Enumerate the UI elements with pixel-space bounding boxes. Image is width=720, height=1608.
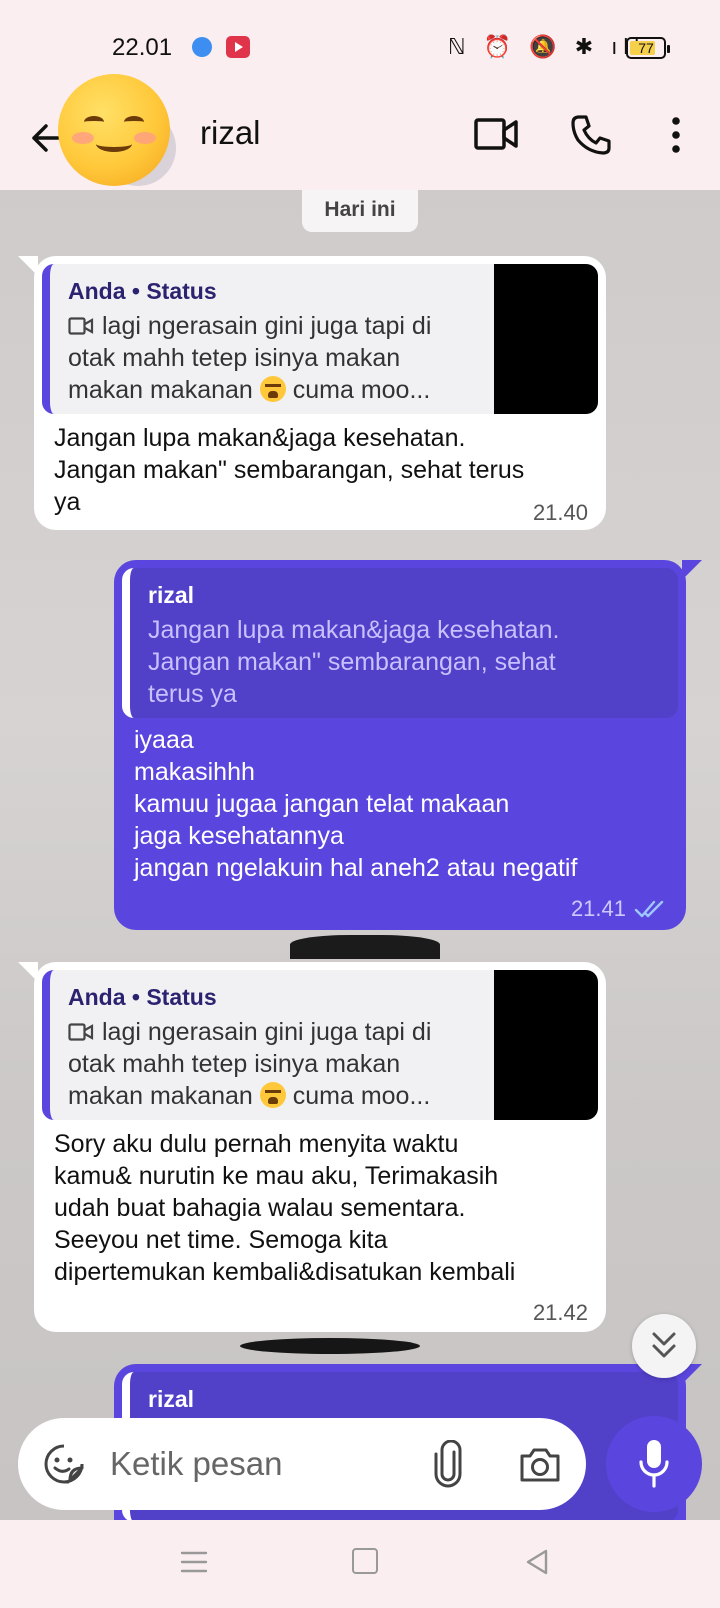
- battery-icon: 77: [626, 37, 670, 59]
- phone-icon[interactable]: [570, 114, 612, 156]
- message-time: 21.40: [532, 500, 588, 525]
- quoted-message[interactable]: rizal Jangan lupa makan&jaga kesehatan. …: [122, 568, 678, 718]
- mic-icon: [639, 1440, 669, 1488]
- system-navigation-bar: [0, 1520, 720, 1608]
- chat-header: rizal: [0, 74, 720, 190]
- quote-text: Jangan lupa makan&jaga kesehatan. Jangan…: [148, 616, 560, 708]
- nav-back-icon[interactable]: [524, 1548, 550, 1576]
- quoted-status[interactable]: Anda • Status lagi ngerasain gini juga t…: [42, 970, 598, 1120]
- message-composer: [18, 1418, 586, 1510]
- system-status-icons: ℕ ⏰ 🔕 ✱ ıll: [448, 34, 646, 59]
- video-status-icon: [68, 317, 94, 335]
- video-call-icon[interactable]: [474, 114, 518, 154]
- youtube-notification-icon: [226, 36, 250, 58]
- quote-author: rizal: [148, 1386, 195, 1412]
- wallpaper-shape: [240, 1338, 420, 1354]
- message-text: iyaaa makasihhh kamuu jugaa jangan telat…: [134, 726, 578, 882]
- contact-name[interactable]: rizal: [200, 114, 261, 152]
- recent-apps-icon[interactable]: [180, 1550, 208, 1574]
- message-time-row: 21.41: [571, 896, 666, 922]
- tired-face-emoji: [259, 376, 286, 402]
- message-time: 21.42: [532, 1300, 588, 1325]
- scroll-to-bottom-button[interactable]: [632, 1314, 696, 1378]
- notification-app-icon: [192, 37, 212, 57]
- quote-text: lagi ngerasain gini juga tapi di otak ma…: [68, 312, 432, 404]
- quote-author: Anda • Status: [68, 984, 217, 1010]
- chat-area[interactable]: Hari ini Anda • Status lagi ngerasain gi…: [0, 190, 720, 1520]
- quote-text: lagi ngerasain gini juga tapi di otak ma…: [68, 1018, 432, 1110]
- contact-avatar[interactable]: [58, 74, 170, 186]
- status-thumbnail: [494, 264, 598, 414]
- message-input[interactable]: [110, 1438, 400, 1490]
- camera-icon[interactable]: [518, 1444, 562, 1484]
- incoming-message[interactable]: Anda • Status lagi ngerasain gini juga t…: [18, 256, 606, 530]
- quote-author: rizal: [148, 582, 195, 608]
- status-thumbnail: [494, 970, 598, 1120]
- battery-level: 77: [638, 40, 654, 56]
- quote-author: Anda • Status: [68, 278, 217, 304]
- status-time: 22.01: [112, 34, 173, 61]
- more-options-icon[interactable]: [664, 114, 688, 156]
- message-text: Sory aku dulu pernah menyita waktu kamu&…: [54, 1130, 516, 1286]
- message-text: Jangan lupa makan&jaga kesehatan. Jangan…: [54, 424, 525, 516]
- attach-icon[interactable]: [430, 1440, 466, 1488]
- incoming-message[interactable]: Anda • Status lagi ngerasain gini juga t…: [18, 962, 606, 1332]
- wallpaper-shape: [290, 935, 440, 959]
- sticker-icon[interactable]: [42, 1442, 86, 1486]
- outgoing-message[interactable]: rizal Jangan lupa makan&jaga kesehatan. …: [114, 560, 702, 930]
- read-receipt-icon: [634, 900, 664, 918]
- home-icon[interactable]: [352, 1548, 378, 1574]
- message-time: 21.41: [570, 896, 626, 921]
- date-divider: Hari ini: [302, 190, 418, 232]
- double-chevron-down-icon: [652, 1332, 676, 1358]
- quoted-status[interactable]: Anda • Status lagi ngerasain gini juga t…: [42, 264, 598, 414]
- voice-message-button[interactable]: [606, 1416, 702, 1512]
- video-status-icon: [68, 1023, 94, 1041]
- tired-face-emoji: [259, 1082, 286, 1108]
